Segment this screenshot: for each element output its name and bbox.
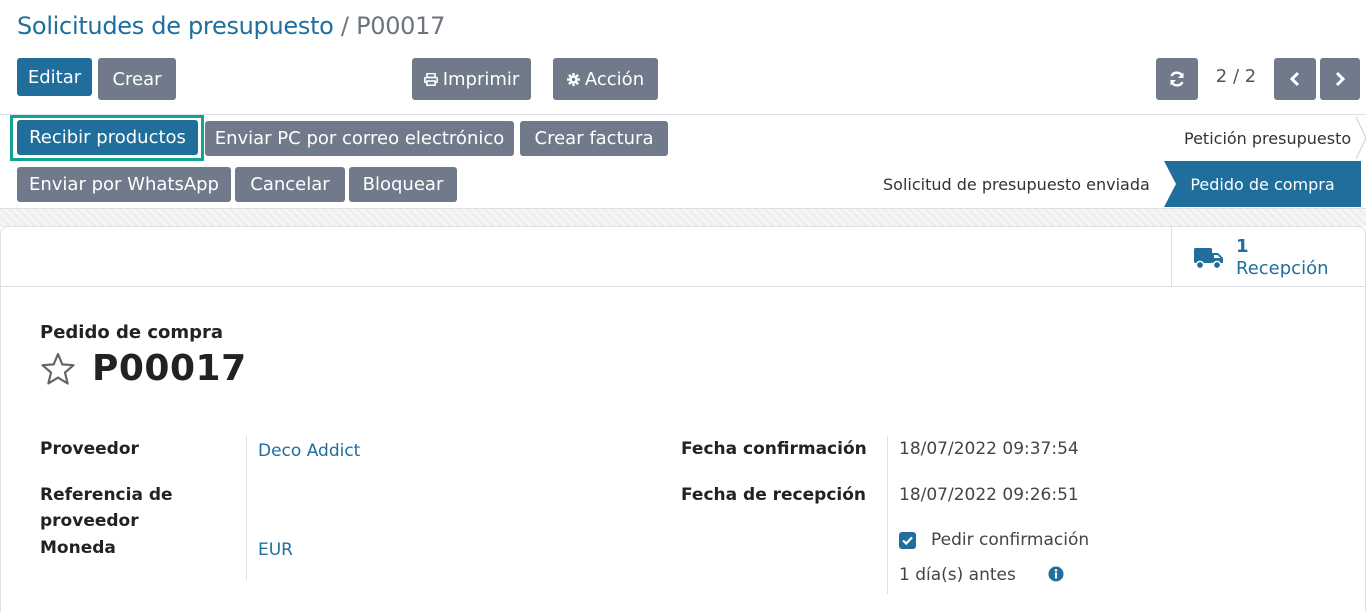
currency-label: Moneda bbox=[40, 538, 116, 558]
create-button[interactable]: Crear bbox=[98, 58, 176, 100]
ask-confirmation-checkbox[interactable] bbox=[899, 532, 916, 549]
breadcrumb-parent-link[interactable]: Solicitudes de presupuesto bbox=[17, 12, 334, 40]
ask-confirmation-label: Pedir confirmación bbox=[931, 530, 1090, 550]
vendor-reference-label: Referencia de proveedor bbox=[40, 485, 173, 531]
receipt-count: 1 bbox=[1236, 236, 1249, 257]
stage-purchase-order[interactable]: Pedido de compra bbox=[1164, 161, 1361, 207]
lock-button[interactable]: Bloquear bbox=[349, 167, 457, 202]
stage-draft[interactable]: Petición presupuesto bbox=[1184, 129, 1351, 148]
receipt-label: Recepción bbox=[1236, 258, 1329, 279]
stage-purchase-order-label: Pedido de compra bbox=[1190, 174, 1335, 194]
vendor-label: Proveedor bbox=[40, 439, 139, 459]
breadcrumb-separator: / bbox=[340, 12, 349, 40]
left-group-separator bbox=[246, 436, 247, 580]
button-box-divider bbox=[0, 286, 1366, 287]
vendor-field[interactable]: Deco Addict bbox=[258, 438, 360, 464]
breadcrumb-current: P00017 bbox=[356, 12, 446, 40]
action-label: Acción bbox=[584, 68, 645, 90]
edit-button[interactable]: Editar bbox=[17, 58, 92, 96]
chevron-left-icon bbox=[1289, 71, 1300, 87]
info-icon[interactable] bbox=[1048, 566, 1064, 582]
confirmation-date-field: 18/07/2022 09:37:54 bbox=[899, 439, 1079, 459]
chevron-right-icon bbox=[1335, 71, 1346, 87]
reload-button[interactable] bbox=[1156, 58, 1198, 100]
currency-field[interactable]: EUR bbox=[258, 537, 293, 563]
receive-products-button[interactable]: Recibir productos bbox=[17, 120, 198, 155]
days-before-field: 1 día(s) antes bbox=[899, 565, 1016, 585]
receipt-date-label: Fecha de recepción bbox=[681, 485, 867, 505]
star-icon[interactable] bbox=[40, 352, 76, 386]
checkmark-icon bbox=[902, 536, 913, 546]
right-group-separator bbox=[887, 436, 888, 594]
print-button[interactable]: Imprimir bbox=[412, 58, 531, 100]
confirmation-date-label: Fecha confirmación bbox=[681, 439, 867, 459]
gear-icon bbox=[566, 72, 580, 86]
record-name: P00017 bbox=[92, 348, 247, 389]
send-whatsapp-button[interactable]: Enviar por WhatsApp bbox=[17, 167, 231, 202]
pager-value[interactable]: 2 / 2 bbox=[1207, 66, 1265, 87]
form-sheet bbox=[0, 226, 1366, 612]
send-po-email-button[interactable]: Enviar PC por correo electrónico bbox=[205, 121, 514, 156]
breadcrumb: Solicitudes de presupuesto / P00017 bbox=[17, 12, 445, 40]
print-label: Imprimir bbox=[442, 68, 520, 90]
action-button[interactable]: Acción bbox=[553, 58, 658, 100]
pager-next-button[interactable] bbox=[1320, 58, 1360, 100]
create-bill-button[interactable]: Crear factura bbox=[520, 121, 668, 156]
cancel-button[interactable]: Cancelar bbox=[235, 167, 345, 202]
sheet-background bbox=[0, 209, 1366, 227]
refresh-icon bbox=[1170, 71, 1184, 87]
pager-previous-button[interactable] bbox=[1274, 58, 1316, 100]
stage-sent[interactable]: Solicitud de presupuesto enviada bbox=[883, 175, 1150, 194]
truck-icon bbox=[1194, 248, 1223, 270]
receipt-date-field: 18/07/2022 09:26:51 bbox=[899, 485, 1079, 505]
stage-divider-icon bbox=[1356, 117, 1366, 159]
print-icon bbox=[423, 72, 438, 86]
title-label: Pedido de compra bbox=[40, 322, 224, 343]
